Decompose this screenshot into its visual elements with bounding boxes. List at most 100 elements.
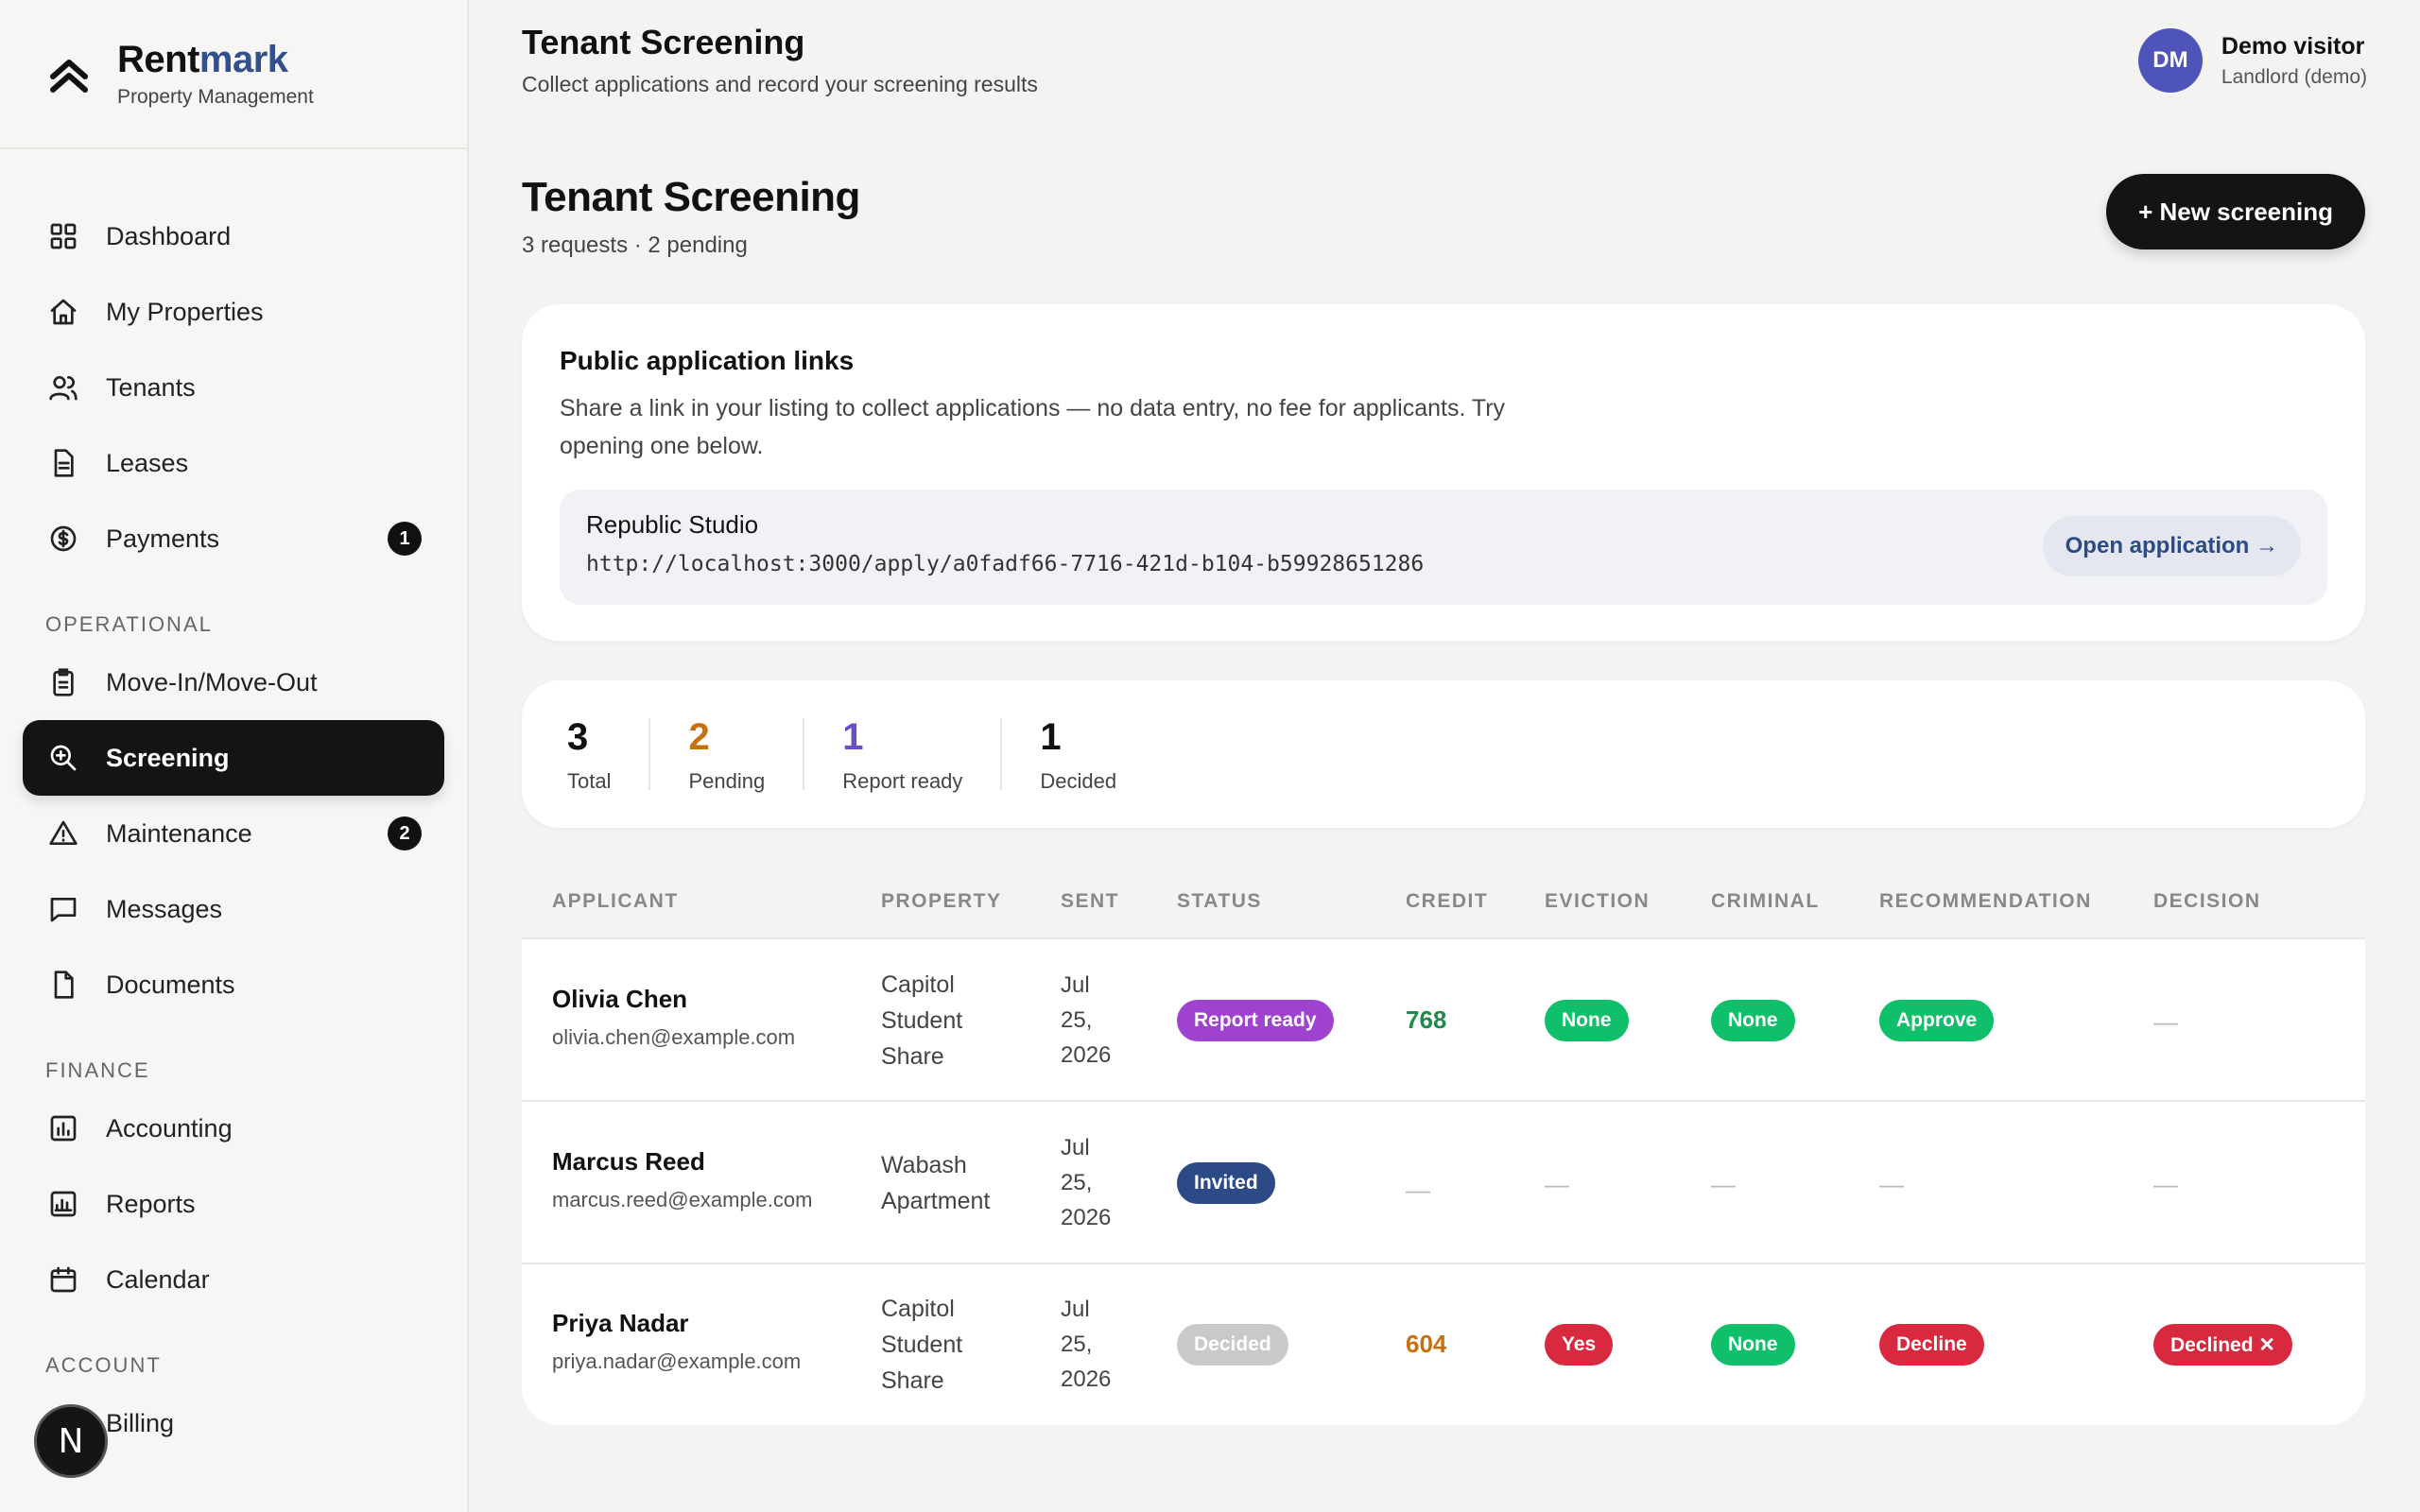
- sidebar-item-label: Accounting: [106, 1113, 233, 1143]
- column-header-sent: SENT: [1061, 890, 1120, 912]
- sidebar-item-my-properties[interactable]: My Properties: [23, 274, 444, 350]
- sidebar-item-maintenance[interactable]: Maintenance 2: [23, 796, 444, 871]
- next-dev-indicator[interactable]: N: [34, 1404, 108, 1478]
- stat-pending: 2 Pending: [648, 716, 803, 793]
- criminal-badge: None: [1711, 1000, 1795, 1041]
- stat-value: 2: [688, 716, 710, 758]
- recommendation-cell: —: [1879, 1170, 1904, 1199]
- sidebar-item-label: My Properties: [106, 297, 264, 326]
- eviction-badge: Yes: [1545, 1324, 1614, 1366]
- empty-value: —: [1879, 1170, 1904, 1198]
- sidebar-item-label: Messages: [106, 894, 223, 923]
- message-square-icon: [47, 893, 79, 925]
- users-icon: [47, 371, 79, 404]
- eviction-badge: None: [1545, 1000, 1629, 1041]
- open-application-button[interactable]: Open application →: [2042, 516, 2301, 576]
- empty-value: —: [2153, 1007, 2178, 1036]
- empty-value: —: [1545, 1170, 1569, 1198]
- applicant-email: marcus.reed@example.com: [552, 1188, 813, 1211]
- sidebar-item-tenants[interactable]: Tenants: [23, 350, 444, 425]
- stat-value: 3: [567, 716, 589, 758]
- sent-line: 2026: [1061, 1042, 1112, 1068]
- page-subtitle: 3 requests · 2 pending: [522, 232, 748, 258]
- stat-value: 1: [842, 716, 864, 758]
- sent-line: 2026: [1061, 1205, 1112, 1230]
- brand: Rentmark Property Management: [0, 0, 467, 149]
- criminal-cell: —: [1711, 1170, 1736, 1199]
- sidebar: Rentmark Property Management Dashboard My…: [0, 0, 469, 1512]
- decision-cell: Declined ✕: [2153, 1324, 2292, 1366]
- property-cell: Capitol Student Share: [881, 1291, 962, 1399]
- notification-badge: 2: [388, 816, 422, 850]
- sent-cell: Jul 25, 2026: [1061, 968, 1111, 1073]
- sidebar-item-messages[interactable]: Messages: [23, 871, 444, 947]
- stat-report-ready: 1 Report ready: [803, 716, 1000, 793]
- search-plus-icon: [47, 742, 79, 774]
- report-chart-icon: [47, 1188, 79, 1220]
- link-url: http://localhost:3000/apply/a0fadf66-771…: [586, 552, 1425, 576]
- criminal-cell: None: [1711, 1000, 1795, 1041]
- user-menu[interactable]: DM Demo visitor Landlord (demo): [2137, 28, 2367, 93]
- sidebar-item-dashboard[interactable]: Dashboard: [23, 198, 444, 274]
- property-line: Student: [881, 1332, 963, 1358]
- alert-triangle-icon: [47, 817, 79, 850]
- applicant-email: priya.nadar@example.com: [552, 1349, 802, 1373]
- sidebar-item-calendar[interactable]: Calendar: [23, 1242, 444, 1317]
- sidebar-item-move-in-move-out[interactable]: Move-In/Move-Out: [23, 644, 444, 720]
- sidebar-item-label: Maintenance: [106, 818, 252, 848]
- decision-cell: —: [2153, 1007, 2178, 1037]
- sidebar-item-label: Move-In/Move-Out: [106, 667, 318, 696]
- stat-label: Total: [567, 769, 612, 793]
- property-line: Share: [881, 1367, 944, 1394]
- avatar[interactable]: DM: [2137, 28, 2203, 93]
- user-role: Landlord (demo): [2221, 65, 2367, 88]
- property-line: Capitol: [881, 971, 955, 998]
- eviction-cell: —: [1545, 1170, 1569, 1199]
- link-property-name: Republic Studio: [586, 510, 759, 539]
- nav-section-label: OPERATIONAL: [45, 612, 213, 636]
- home-icon: [47, 296, 79, 328]
- property-line: Student: [881, 1007, 963, 1034]
- stat-label: Decided: [1040, 769, 1117, 793]
- sidebar-item-payments[interactable]: Payments 1: [23, 501, 444, 576]
- property-line: Share: [881, 1043, 944, 1070]
- column-header-applicant: APPLICANT: [552, 890, 679, 912]
- links-title: Public application links: [560, 346, 855, 375]
- file-text-icon: [47, 447, 79, 479]
- property-cell: Wabash Apartment: [881, 1147, 990, 1219]
- credit-score: 604: [1406, 1330, 1447, 1358]
- table-header: APPLICANT PROPERTY SENT STATUS CREDIT EVICTIO…: [522, 864, 2365, 939]
- table-row[interactable]: Priya Nadar priya.nadar@example.com Capito…: [522, 1264, 2365, 1425]
- sent-line: Jul: [1061, 1297, 1090, 1322]
- property-cell: Capitol Student Share: [881, 967, 962, 1074]
- decision-cell: —: [2153, 1170, 2178, 1199]
- sent-line: Jul: [1061, 972, 1090, 998]
- sent-line: 25,: [1061, 1332, 1093, 1357]
- column-header-property: PROPERTY: [881, 890, 1002, 912]
- sidebar-item-accounting[interactable]: Accounting: [23, 1091, 444, 1166]
- sidebar-item-label: Billing: [106, 1408, 175, 1437]
- sidebar-item-label: Leases: [106, 448, 189, 477]
- new-screening-button[interactable]: + New screening: [2106, 174, 2365, 249]
- sidebar-item-reports[interactable]: Reports: [23, 1166, 444, 1242]
- sent-line: Jul: [1061, 1135, 1090, 1160]
- sidebar-item-leases[interactable]: Leases: [23, 425, 444, 501]
- applicant-name: Marcus Reed: [552, 1147, 705, 1176]
- applicant-email: olivia.chen@example.com: [552, 1025, 796, 1049]
- credit-cell: 604: [1406, 1330, 1446, 1359]
- top-bar: Tenant Screening Collect applications an…: [469, 0, 2420, 113]
- sidebar-item-screening[interactable]: Screening: [23, 720, 444, 796]
- grid-icon: [47, 220, 79, 252]
- stat-total: 3 Total: [567, 716, 648, 793]
- sidebar-item-documents[interactable]: Documents: [23, 947, 444, 1022]
- stat-decided: 1 Decided: [1000, 718, 1154, 793]
- applicant-cell: Priya Nadar priya.nadar@example.com: [552, 1309, 801, 1374]
- sidebar-item-label: Tenants: [106, 372, 196, 402]
- criminal-badge: None: [1711, 1324, 1795, 1366]
- table-row[interactable]: Marcus Reed marcus.reed@example.com Wabash…: [522, 1102, 2365, 1264]
- criminal-cell: None: [1711, 1324, 1795, 1366]
- table-row[interactable]: Olivia Chen olivia.chen@example.com Capito…: [522, 939, 2365, 1102]
- applicant-name: Priya Nadar: [552, 1309, 689, 1337]
- credit-cell: —: [1406, 1176, 1430, 1205]
- logo-chevrons-icon: [50, 60, 88, 93]
